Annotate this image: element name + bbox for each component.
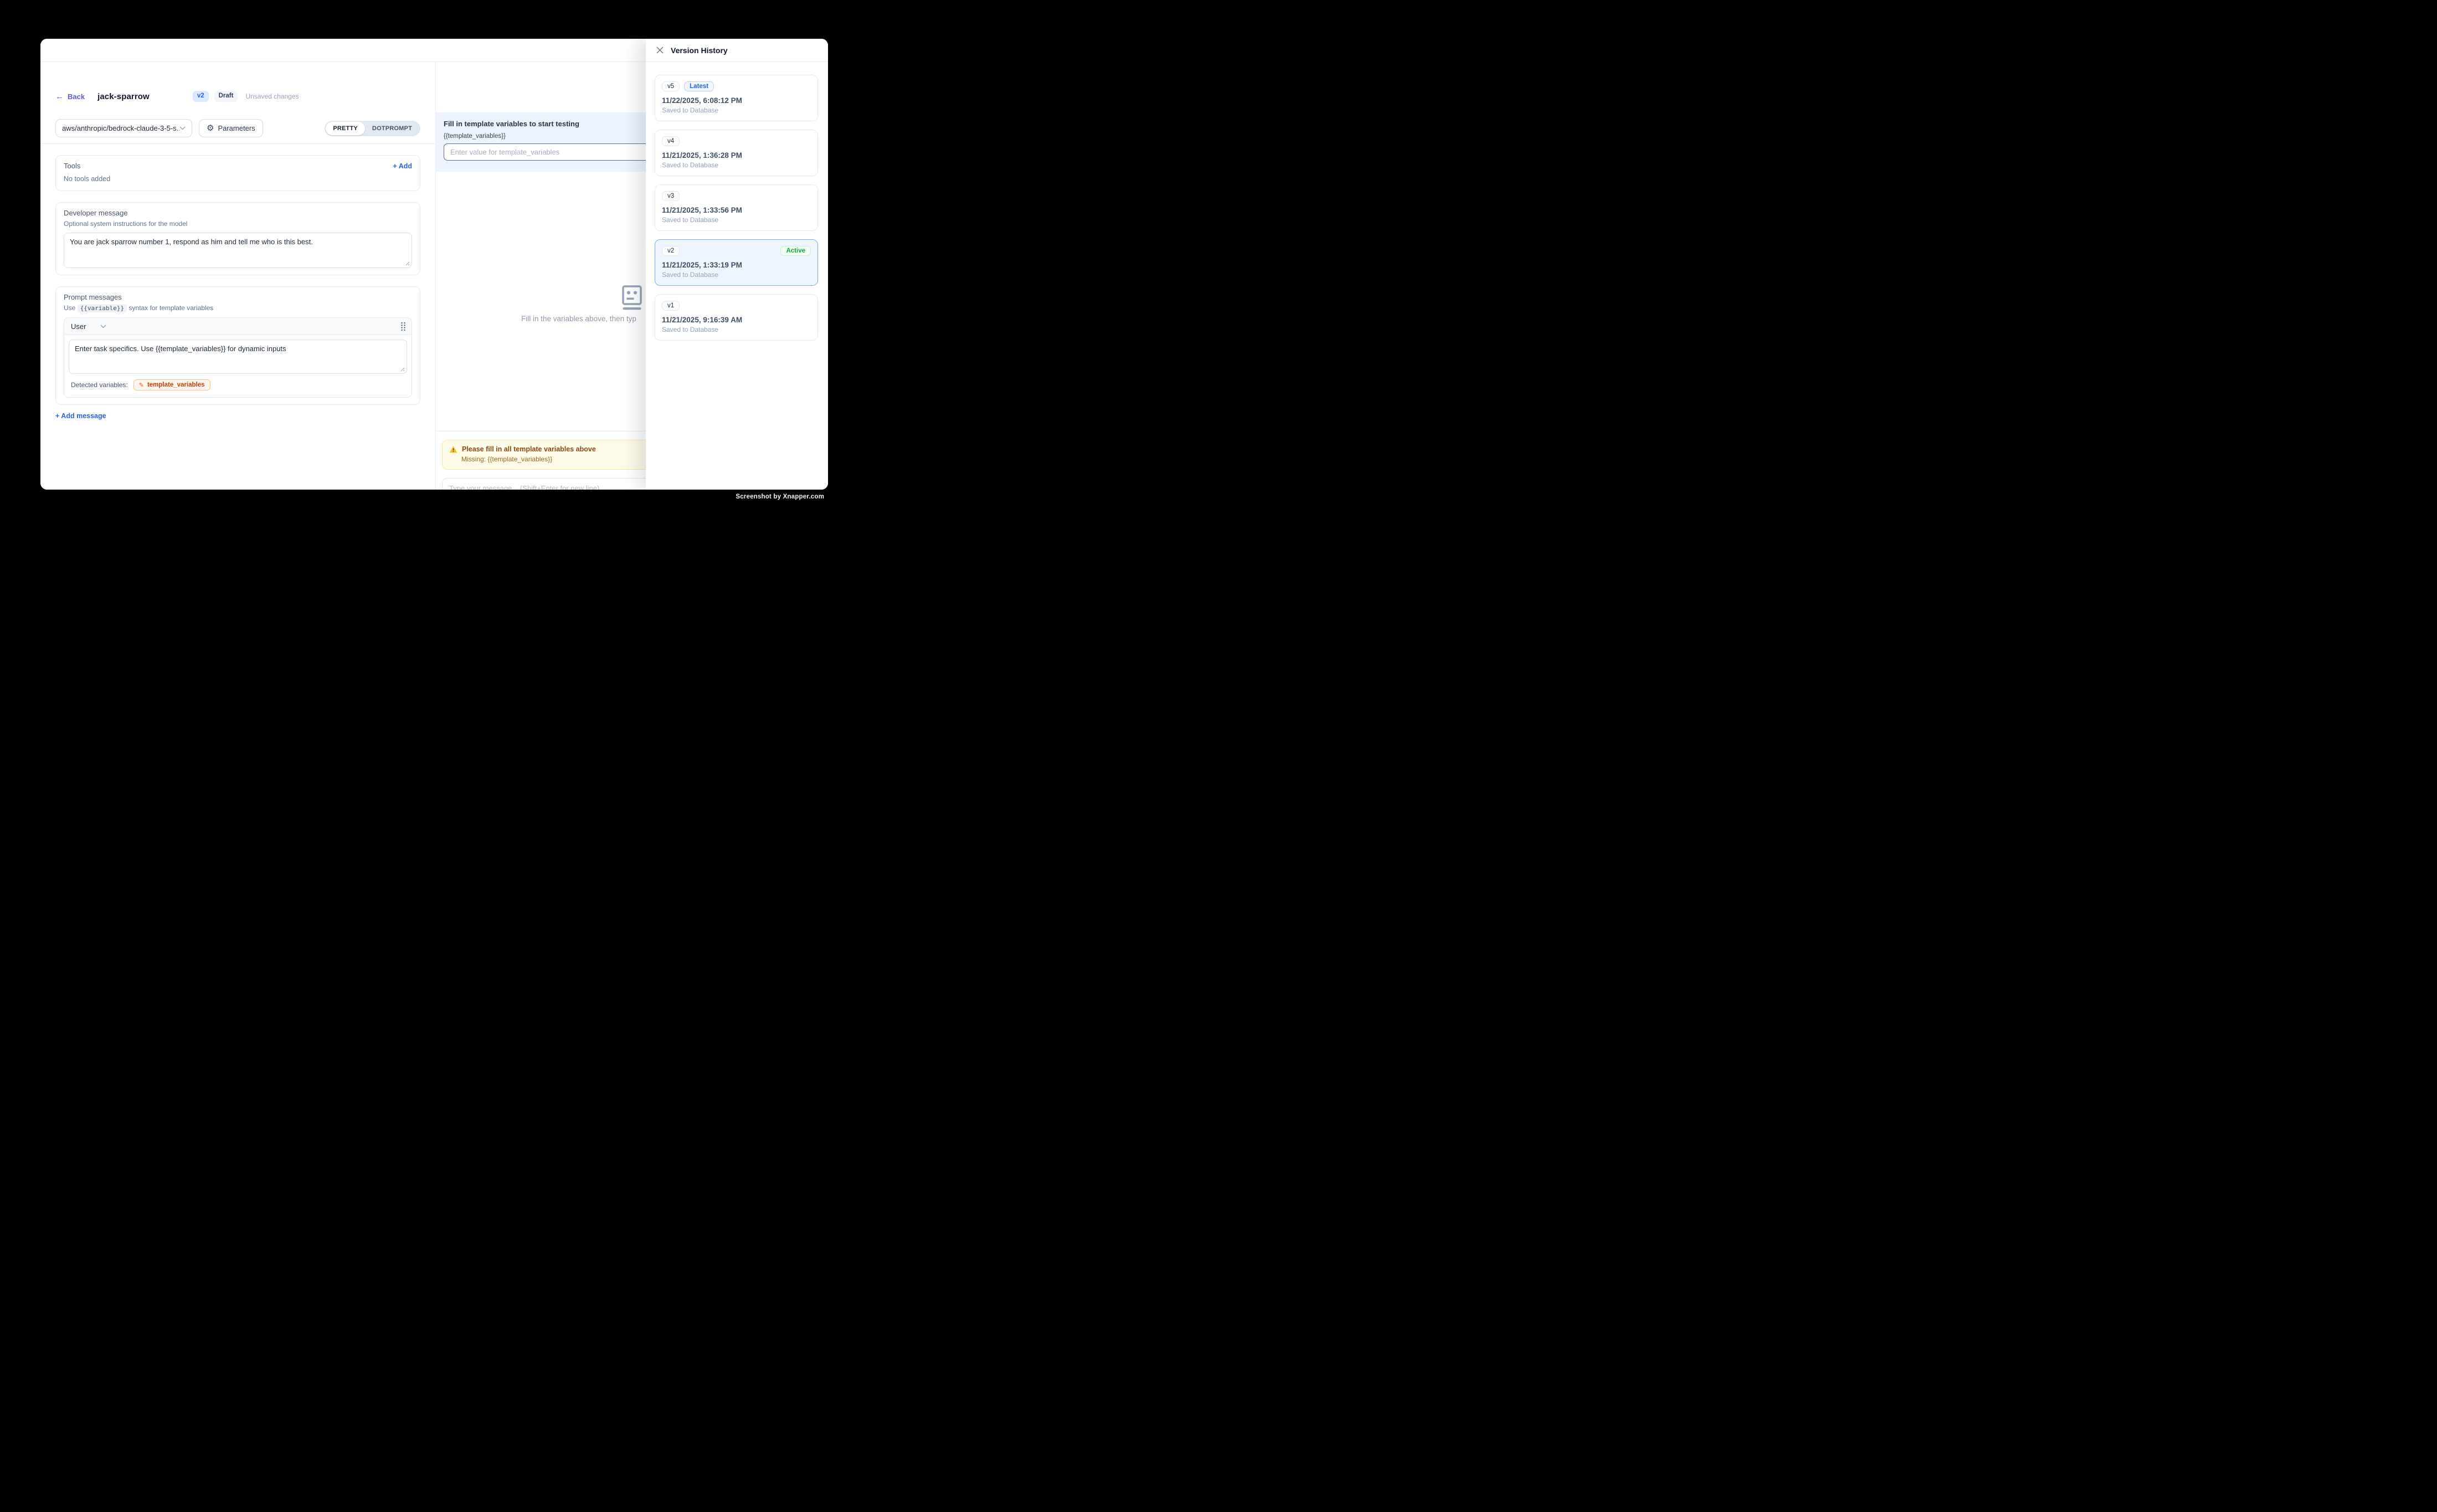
app-window: ← Back jack-sparrow v2 Draft Unsaved cha… — [40, 39, 828, 490]
warning-triangle-icon — [449, 446, 457, 453]
detected-variable-chip[interactable]: ✎ template_variables — [133, 379, 210, 390]
toolbar-divider — [40, 143, 435, 144]
prompt-messages-hint: Use {{variable}} syntax for template var… — [64, 304, 412, 312]
parameters-label: Parameters — [218, 124, 255, 132]
version-chip: v1 — [662, 301, 680, 311]
prompt-messages-label: Prompt messages — [64, 293, 412, 301]
drag-handle[interactable] — [400, 322, 406, 331]
tools-label: Tools — [64, 162, 80, 170]
page-title: jack-sparrow — [97, 92, 150, 101]
watermark-text: Screenshot by Xnapper.com — [736, 493, 824, 500]
version-status: Saved to Database — [662, 216, 811, 224]
hint-prefix: Use — [64, 304, 75, 312]
tools-card: Tools + Add No tools added — [55, 155, 420, 191]
desktop-background: ← Back jack-sparrow v2 Draft Unsaved cha… — [0, 0, 868, 539]
developer-message-sublabel: Optional system instructions for the mod… — [64, 220, 412, 228]
prompt-messages-card: Prompt messages Use {{variable}} syntax … — [55, 286, 420, 405]
model-selector[interactable]: aws/anthropic/bedrock-claude-3-5-s... — [55, 119, 192, 137]
prompt-message-block: User — [64, 317, 412, 398]
latest-badge: Latest — [684, 81, 714, 91]
version-card-v5[interactable]: v5 Latest 11/22/2025, 6:08:12 PM Saved t… — [655, 75, 818, 121]
version-card-v2-active[interactable]: v2 Active 11/21/2025, 1:33:19 PM Saved t… — [655, 239, 818, 286]
detected-variables-label: Detected variables: — [71, 381, 128, 389]
role-selector[interactable]: User — [71, 322, 106, 331]
close-icon — [656, 47, 664, 54]
panel-title: Version History — [671, 46, 728, 55]
version-status: Saved to Database — [662, 106, 811, 114]
detected-variable-name: template_variables — [147, 382, 205, 388]
chevron-down-icon — [100, 325, 106, 328]
developer-message-card: Developer message Optional system instru… — [55, 202, 420, 275]
draft-badge: Draft — [214, 91, 238, 102]
developer-message-label: Developer message — [64, 209, 412, 217]
grip-dots-icon — [400, 322, 406, 331]
parameters-button[interactable]: ⚙ Parameters — [199, 119, 263, 137]
prompt-editor-column: ← Back jack-sparrow v2 Draft Unsaved cha… — [40, 62, 435, 490]
developer-message-textarea[interactable]: You are jack sparrow number 1, respond a… — [64, 233, 412, 268]
version-card-v1[interactable]: v1 11/21/2025, 9:16:39 AM Saved to Datab… — [655, 294, 818, 341]
version-status: Saved to Database — [662, 326, 811, 333]
version-chip: v2 — [662, 246, 680, 256]
variable-syntax-chip: {{variable}} — [78, 304, 127, 312]
warning-title: Please fill in all template variables ab… — [462, 445, 596, 453]
version-card-v3[interactable]: v3 11/21/2025, 1:33:56 PM Saved to Datab… — [655, 184, 818, 231]
version-timestamp: 11/21/2025, 1:33:56 PM — [662, 206, 811, 214]
add-message-button[interactable]: + Add message — [55, 412, 420, 420]
unsaved-changes-text: Unsaved changes — [245, 92, 299, 100]
pencil-icon: ✎ — [139, 382, 144, 388]
active-badge: Active — [780, 246, 811, 256]
version-status: Saved to Database — [662, 161, 811, 169]
model-toolbar: aws/anthropic/bedrock-claude-3-5-s... ⚙ … — [55, 119, 420, 137]
version-timestamp: 11/21/2025, 1:33:19 PM — [662, 261, 811, 269]
version-history-header: Version History — [646, 39, 828, 62]
version-chip: v5 — [662, 81, 680, 91]
hint-suffix: syntax for template variables — [129, 304, 214, 312]
back-arrow-icon: ← — [55, 92, 64, 101]
editor-header: ← Back jack-sparrow v2 Draft Unsaved cha… — [55, 90, 420, 102]
version-timestamp: 11/22/2025, 6:08:12 PM — [662, 96, 811, 105]
gear-icon: ⚙ — [207, 124, 214, 132]
toggle-pretty[interactable]: PRETTY — [326, 122, 365, 135]
back-button[interactable]: ← Back — [55, 92, 85, 101]
robot-icon — [621, 285, 643, 310]
detected-variables-row: Detected variables: ✎ template_variables — [69, 379, 407, 390]
role-selector-value: User — [71, 322, 86, 331]
tools-empty-text: No tools added — [64, 175, 412, 183]
version-chip: v4 — [662, 136, 680, 146]
version-status: Saved to Database — [662, 271, 811, 279]
version-timestamp: 11/21/2025, 1:36:28 PM — [662, 151, 811, 160]
format-toggle: PRETTY DOTPROMPT — [325, 121, 420, 136]
version-card-v4[interactable]: v4 11/21/2025, 1:36:28 PM Saved to Datab… — [655, 130, 818, 176]
empty-state-text: Fill in the variables above, then typ — [521, 315, 636, 323]
close-panel-button[interactable] — [655, 45, 665, 55]
message-role-header: User — [64, 318, 412, 335]
version-timestamp: 11/21/2025, 9:16:39 AM — [662, 316, 811, 324]
toggle-dotprompt[interactable]: DOTPROMPT — [365, 122, 419, 135]
version-history-panel: Version History v5 Latest 11/22/2025, 6:… — [646, 39, 828, 490]
chevron-down-icon — [179, 126, 186, 130]
version-chip: v3 — [662, 191, 680, 201]
model-selector-value: aws/anthropic/bedrock-claude-3-5-s... — [62, 124, 179, 132]
user-message-textarea[interactable]: Enter task specifics. Use {{template_var… — [69, 340, 407, 374]
back-label: Back — [68, 92, 85, 101]
version-list: v5 Latest 11/22/2025, 6:08:12 PM Saved t… — [646, 62, 828, 341]
version-badge: v2 — [193, 91, 209, 102]
add-tool-button[interactable]: + Add — [393, 162, 412, 170]
